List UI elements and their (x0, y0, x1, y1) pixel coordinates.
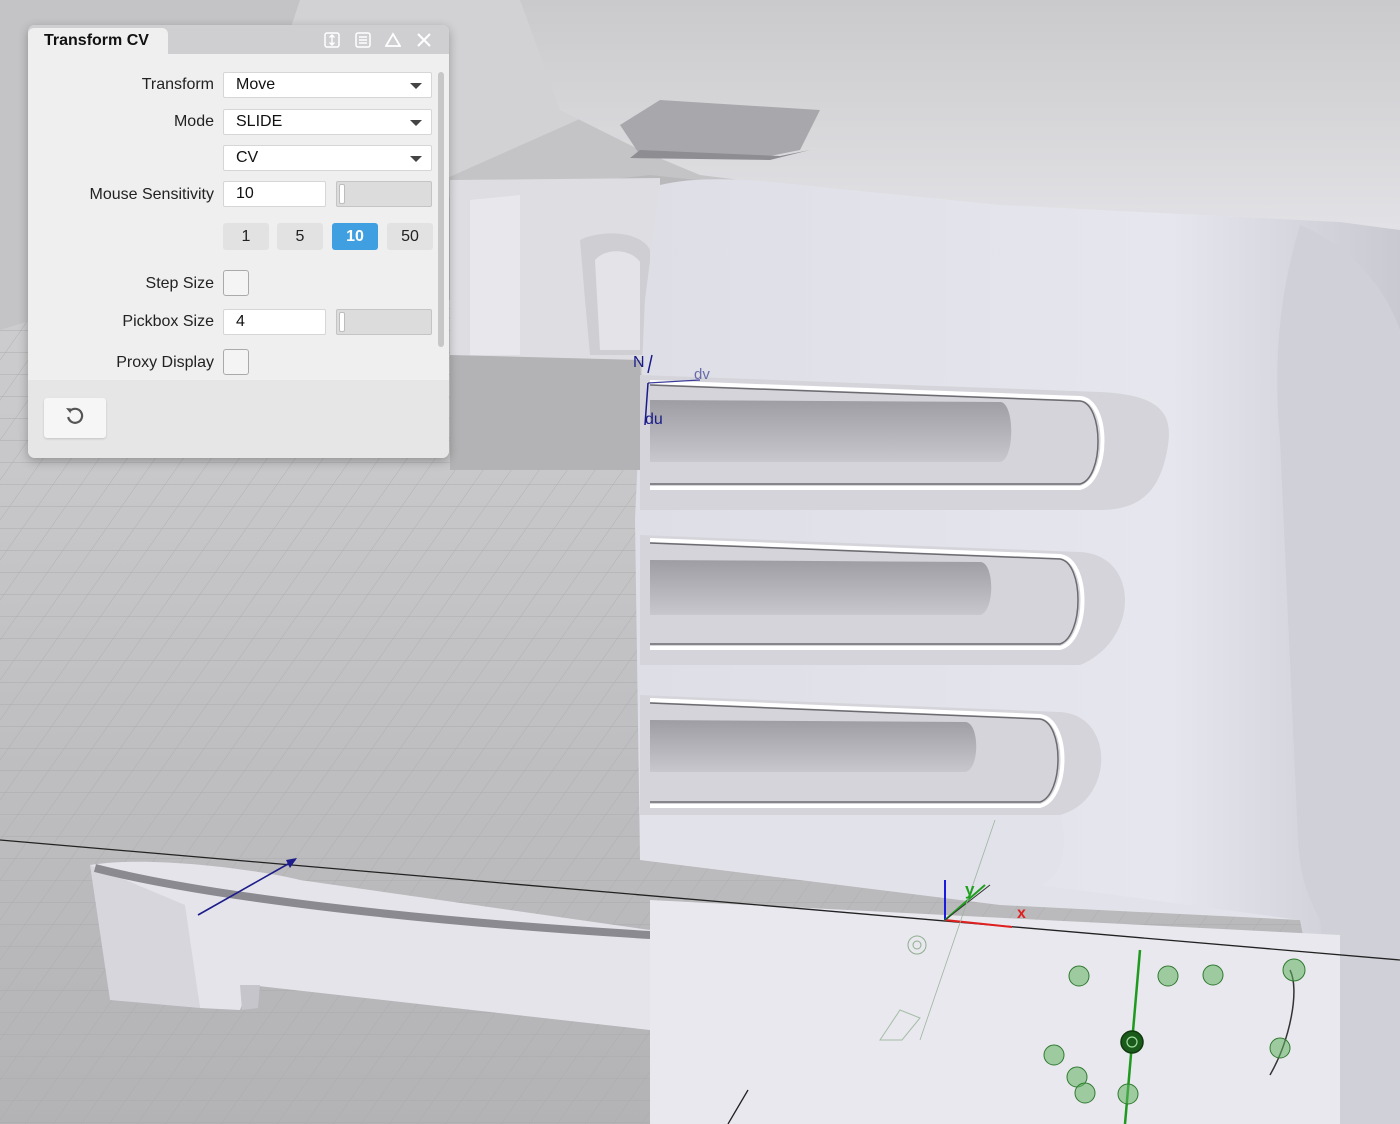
step-size-label: Step Size (145, 275, 214, 292)
collapse-icon[interactable] (383, 30, 403, 50)
preset-button-1[interactable]: 1 (223, 223, 269, 250)
transform-cv-panel: Transform CV Transform Move Mode SLIDE C… (28, 25, 449, 458)
panel-title-tab[interactable]: Transform CV (28, 28, 168, 54)
mode-label: Mode (173, 113, 214, 130)
pickbox-size-input[interactable]: 4 (223, 309, 326, 335)
dv-label: dv (694, 366, 710, 383)
x-axis-label: x (1017, 905, 1026, 922)
slider-thumb[interactable] (339, 184, 345, 204)
reset-icon (64, 405, 86, 432)
pin-icon[interactable] (322, 30, 342, 50)
mode-dropdown[interactable]: SLIDE (223, 109, 432, 135)
menu-icon[interactable] (353, 30, 373, 50)
chevron-down-icon (410, 83, 422, 89)
preset-button-50[interactable]: 50 (387, 223, 433, 250)
chevron-down-icon (410, 156, 422, 162)
close-icon[interactable] (414, 30, 434, 50)
proxy-display-checkbox[interactable] (223, 349, 249, 375)
step-size-checkbox[interactable] (223, 270, 249, 296)
chevron-down-icon (410, 120, 422, 126)
target-dropdown-value: CV (236, 149, 259, 166)
preset-button-10[interactable]: 10 (332, 223, 378, 250)
preset-button-5[interactable]: 5 (277, 223, 323, 250)
panel-titlebar[interactable]: Transform CV (28, 25, 449, 54)
du-label: du (645, 411, 663, 428)
transform-label: Transform (141, 76, 214, 93)
transform-dropdown[interactable]: Move (223, 72, 432, 98)
y-axis-label: y (965, 880, 975, 899)
pickbox-size-slider[interactable] (336, 309, 432, 335)
target-dropdown[interactable]: CV (223, 145, 432, 171)
mouse-sensitivity-label: Mouse Sensitivity (89, 186, 215, 203)
surface-normal-label: N (633, 354, 645, 371)
mouse-sensitivity-input[interactable]: 10 (223, 181, 326, 207)
mouse-sensitivity-slider[interactable] (336, 181, 432, 207)
panel-scrollbar[interactable] (438, 72, 444, 347)
reset-button[interactable] (44, 398, 106, 438)
slider-thumb[interactable] (339, 312, 345, 332)
mode-dropdown-value: SLIDE (236, 113, 283, 130)
proxy-display-label: Proxy Display (116, 354, 214, 371)
panel-footer (28, 380, 449, 458)
transform-dropdown-value: Move (236, 76, 276, 93)
pickbox-size-label: Pickbox Size (122, 313, 214, 330)
